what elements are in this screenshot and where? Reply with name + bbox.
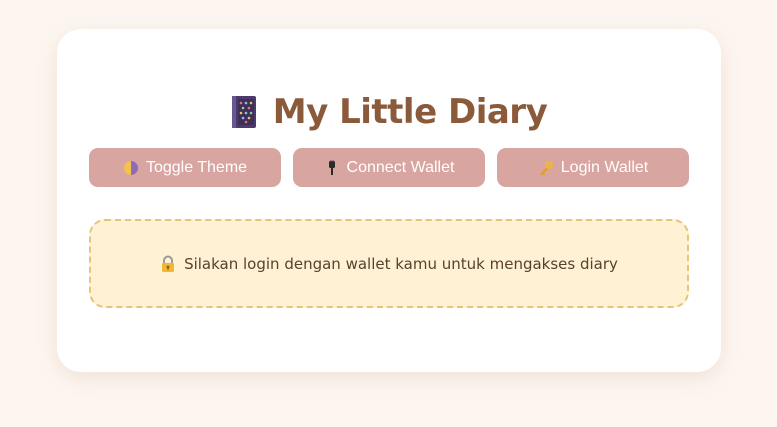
login-required-notice: Silakan login dengan wallet kamu untuk m… [89,219,689,308]
page-title: My Little Diary [57,89,721,135]
connect-wallet-button[interactable]: Connect Wallet [293,148,485,187]
lock-with-key-icon [162,255,175,272]
toggle-theme-label: Toggle Theme [145,158,248,176]
notice-message: Silakan login dengan wallet kamu untuk m… [184,254,618,273]
half-moon-icon [123,160,138,175]
diary-card: My Little Diary Toggle Theme Connect Wal… [57,29,721,372]
login-wallet-button[interactable]: Login Wallet [497,148,689,187]
key-icon [539,160,553,175]
toggle-theme-button[interactable]: Toggle Theme [89,148,281,187]
connect-wallet-label: Connect Wallet [346,158,455,176]
toolbar: Toggle Theme Connect Wallet Login Wallet [89,148,689,187]
login-wallet-label: Login Wallet [560,158,649,176]
book-icon [231,96,256,128]
page-title-text: My Little Diary [272,92,548,132]
plug-icon [328,159,335,175]
